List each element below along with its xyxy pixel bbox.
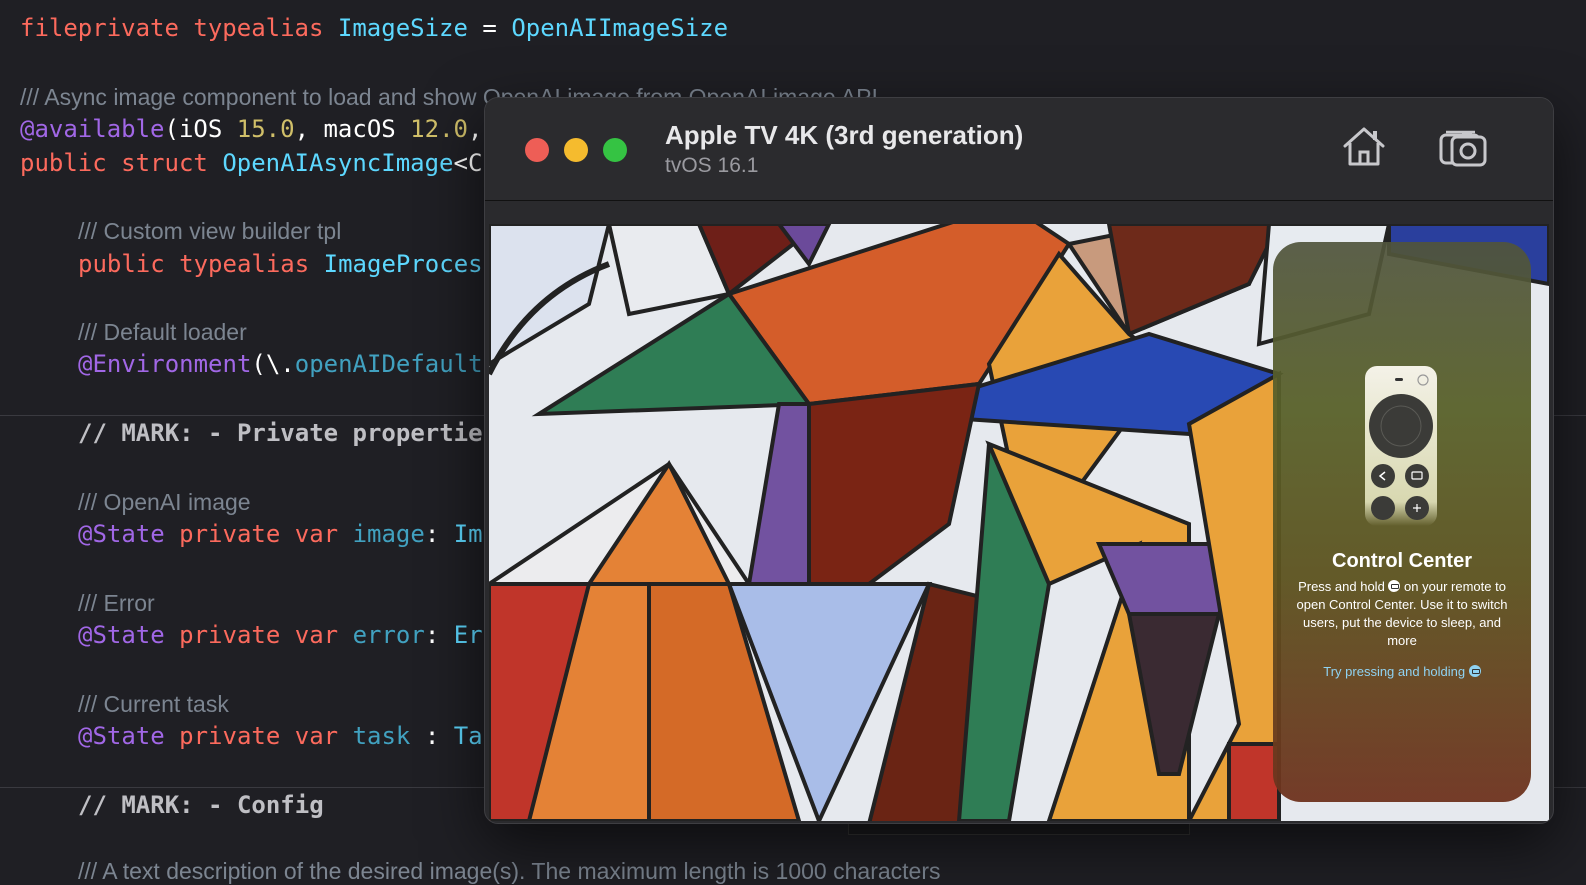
close-button[interactable] [525, 138, 549, 162]
code-line: @State private var error: Er [78, 621, 483, 649]
code-line: public struct OpenAIAsyncImage<C [20, 149, 483, 177]
window-title: Apple TV 4K (3rd generation) [665, 120, 1024, 150]
code-line: fileprivate typealias ImageSize = OpenAI… [20, 14, 729, 42]
tv-button-icon [1468, 665, 1481, 677]
mark-comment: // MARK: - Config [78, 791, 324, 819]
doc-comment: /// Error [78, 590, 155, 616]
siri-remote-icon [1365, 366, 1437, 526]
camera-icon[interactable] [1437, 122, 1487, 172]
home-icon[interactable] [1339, 122, 1389, 172]
minimize-button[interactable] [564, 138, 588, 162]
doc-comment: /// Current task [78, 691, 229, 717]
doc-comment: /// Default loader [78, 319, 247, 345]
window-subtitle: tvOS 16.1 [665, 154, 759, 177]
doc-comment: /// Custom view builder tpl [78, 218, 342, 244]
code-line: @Environment(\.openAIDefault [78, 350, 483, 378]
title-bar[interactable]: Apple TV 4K (3rd generation) tvOS 16.1 [485, 98, 1553, 201]
code-line: @State private var task : Ta [78, 722, 483, 750]
doc-comment: /// A text description of the desired im… [78, 858, 941, 884]
try-pressing-link[interactable]: Try pressing and holding [1273, 664, 1531, 679]
doc-comment: /// OpenAI image [78, 489, 251, 515]
code-line: public typealias ImageProces [78, 250, 483, 278]
tv-screen[interactable]: Control Center Press and hold on your re… [489, 224, 1549, 821]
mark-comment: // MARK: - Private propertie [78, 419, 483, 447]
code-line: @available(iOS 15.0, macOS 12.0, [20, 115, 483, 143]
code-line: @State private var image: Im [78, 520, 483, 548]
control-center-title: Control Center [1332, 550, 1472, 572]
simulator-window[interactable]: Apple TV 4K (3rd generation) tvOS 16.1 C… [484, 97, 1554, 824]
control-center-panel[interactable]: Control Center Press and hold on your re… [1273, 242, 1531, 802]
tv-button-icon [1388, 580, 1401, 592]
zoom-button[interactable] [603, 138, 627, 162]
control-center-description: Press and hold on your remote to open Co… [1296, 579, 1508, 648]
